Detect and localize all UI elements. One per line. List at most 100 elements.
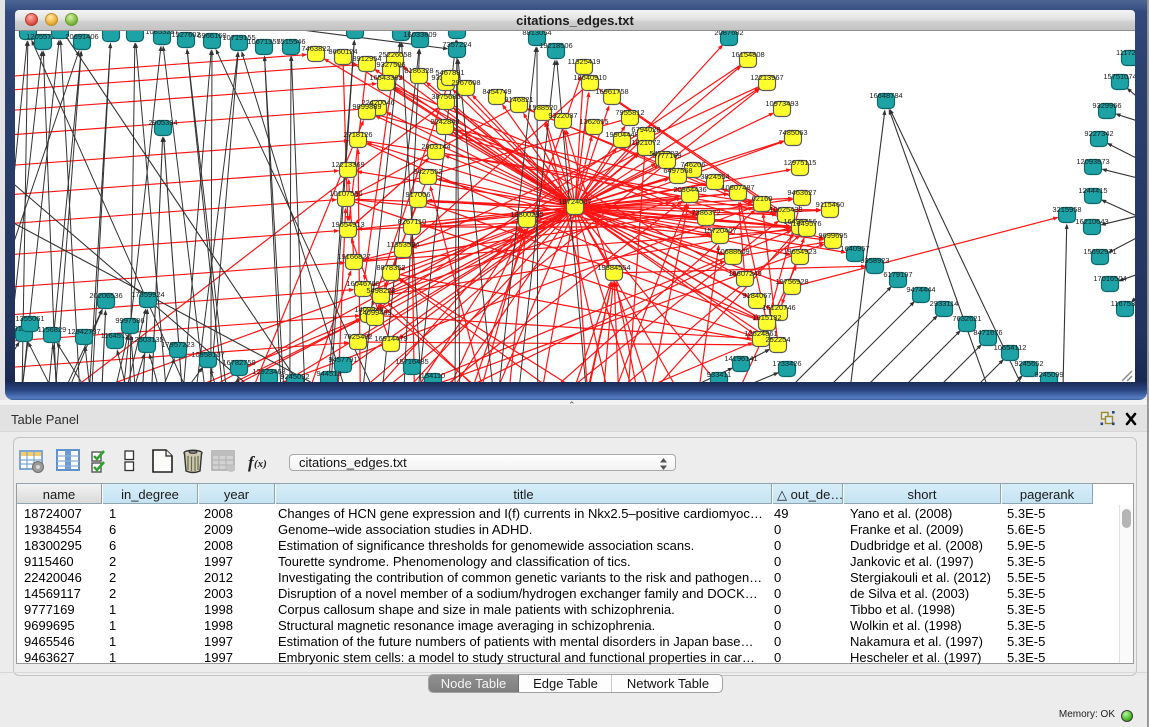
svg-text:18640910: 18640910 — [573, 73, 606, 82]
svg-text:9358923: 9358923 — [860, 256, 889, 265]
svg-text:10107556: 10107556 — [329, 189, 362, 198]
svg-text:15692971: 15692971 — [1083, 247, 1116, 256]
svg-text:8878352: 8878352 — [376, 263, 405, 272]
svg-text:12975115: 12975115 — [784, 158, 817, 167]
svg-text:7632621: 7632621 — [952, 314, 981, 323]
svg-text:6497568: 6497568 — [663, 166, 692, 175]
svg-text:2967608: 2967608 — [451, 78, 480, 87]
svg-text:9777169: 9777169 — [652, 151, 681, 160]
svg-text:6794028: 6794028 — [631, 125, 660, 134]
svg-text:8427552: 8427552 — [413, 167, 442, 176]
svg-text:12942737: 12942737 — [67, 327, 100, 336]
svg-text:8186328: 8186328 — [404, 66, 433, 75]
svg-text:1355061: 1355061 — [15, 314, 44, 323]
svg-text:1156829: 1156829 — [38, 325, 67, 334]
svg-text:1527602: 1527602 — [171, 31, 200, 39]
svg-text:9245099: 9245099 — [1034, 370, 1063, 379]
svg-text:19654923: 19654923 — [783, 247, 816, 256]
svg-text:1167534: 1167534 — [1111, 299, 1135, 308]
svg-text:9899889: 9899889 — [352, 102, 381, 111]
svg-text:19218506: 19218506 — [539, 41, 572, 50]
svg-text:1621072: 1621072 — [631, 138, 660, 147]
svg-text:933411: 933411 — [707, 370, 731, 379]
svg-text:19756928: 19756928 — [775, 277, 808, 286]
svg-text:12093873: 12093873 — [1076, 157, 1109, 166]
svg-text:18807249: 18807249 — [728, 269, 761, 278]
svg-text:1733426: 1733426 — [772, 359, 801, 368]
svg-text:16154808: 16154808 — [731, 50, 764, 59]
svg-text:3824554: 3824554 — [700, 172, 729, 181]
svg-text:944510: 944510 — [316, 369, 341, 378]
svg-text:14196141: 14196141 — [724, 354, 757, 363]
svg-text:6179197: 6179197 — [883, 270, 912, 279]
svg-text:9227342: 9227342 — [1084, 129, 1113, 138]
svg-text:10973493: 10973493 — [765, 99, 798, 108]
svg-text:10654112: 10654112 — [994, 343, 1027, 352]
svg-text:20364436: 20364436 — [673, 185, 706, 194]
svg-text:7386372: 7386372 — [691, 208, 720, 217]
svg-text:9115460: 9115460 — [816, 200, 845, 209]
svg-text:15720407: 15720407 — [703, 226, 736, 235]
svg-text:9242848: 9242848 — [430, 117, 459, 126]
svg-text:9245652: 9245652 — [1014, 359, 1043, 368]
svg-text:9699695: 9699695 — [818, 231, 847, 240]
svg-text:10807487: 10807487 — [721, 183, 754, 192]
svg-text:16543382: 16543382 — [369, 73, 402, 82]
svg-text:2803144: 2803144 — [421, 142, 450, 151]
svg-text:7357224: 7357224 — [442, 40, 471, 49]
svg-text:2718126: 2718126 — [343, 130, 372, 139]
svg-text:16914479: 16914479 — [374, 334, 407, 343]
svg-text:16120746: 16120746 — [762, 303, 795, 312]
svg-text:1244415: 1244415 — [1078, 186, 1107, 195]
svg-text:9322037: 9322037 — [548, 111, 577, 120]
svg-text:1362615: 1362615 — [579, 117, 608, 126]
svg-text:8813054: 8813054 — [522, 31, 551, 37]
svg-text:19654913: 19654913 — [331, 220, 364, 229]
svg-text:2087682: 2087682 — [714, 31, 743, 37]
svg-text:252254: 252254 — [765, 335, 790, 344]
svg-text:16648784: 16648784 — [869, 91, 902, 100]
svg-text:8267110: 8267110 — [398, 217, 427, 226]
svg-text:10025438: 10025438 — [769, 205, 802, 214]
svg-text:12213967: 12213967 — [750, 73, 783, 82]
svg-text:9327506: 9327506 — [376, 60, 405, 69]
svg-text:1640957: 1640957 — [840, 244, 869, 253]
svg-text:20206536: 20206536 — [89, 291, 122, 300]
svg-text:3875685: 3875685 — [431, 92, 460, 101]
svg-text:10688609: 10688609 — [716, 247, 749, 256]
svg-text:19384554: 19384554 — [597, 263, 630, 272]
svg-text:917006: 917006 — [405, 190, 430, 199]
svg-text:9329966: 9329966 — [1092, 101, 1121, 110]
svg-text:25226058: 25226058 — [378, 50, 411, 59]
svg-text:2905334: 2905334 — [148, 118, 177, 127]
svg-text:5498222: 5498222 — [366, 286, 395, 295]
svg-text:16033809: 16033809 — [403, 31, 436, 39]
svg-text:16210643: 16210643 — [1075, 217, 1108, 226]
svg-text:20691406: 20691406 — [65, 32, 98, 41]
svg-text:(x): (x) — [254, 458, 267, 470]
svg-text:12503135: 12503135 — [130, 335, 163, 344]
svg-text:11353594: 11353594 — [387, 240, 420, 249]
svg-text:18300295: 18300295 — [510, 210, 543, 219]
svg-text:62160: 62160 — [752, 194, 773, 203]
svg-text:7463822: 7463822 — [301, 44, 330, 53]
svg-text:2933114: 2933114 — [930, 299, 959, 308]
svg-text:3215958: 3215958 — [1052, 205, 1081, 214]
svg-text:8471676: 8471676 — [973, 328, 1002, 337]
svg-text:7485063: 7485063 — [778, 128, 807, 137]
svg-text:1649576: 1649576 — [792, 219, 821, 228]
svg-text:154110: 154110 — [421, 371, 445, 380]
svg-text:17016504: 17016504 — [1093, 274, 1126, 283]
svg-text:9184067: 9184067 — [742, 291, 771, 300]
svg-text:17957223: 17957223 — [161, 340, 194, 349]
svg-text:16782759: 16782759 — [222, 358, 255, 367]
svg-text:17359924: 17359924 — [131, 290, 164, 299]
svg-text:7625402: 7625402 — [343, 332, 372, 341]
svg-text:19166827: 19166827 — [337, 252, 370, 261]
svg-text:9997586: 9997586 — [115, 316, 144, 325]
svg-text:18724007: 18724007 — [558, 197, 591, 206]
svg-text:16961758: 16961758 — [595, 87, 628, 96]
svg-text:10958107: 10958107 — [191, 350, 224, 359]
svg-text:9474444: 9474444 — [906, 285, 935, 294]
svg-text:1615132: 1615132 — [752, 313, 781, 322]
